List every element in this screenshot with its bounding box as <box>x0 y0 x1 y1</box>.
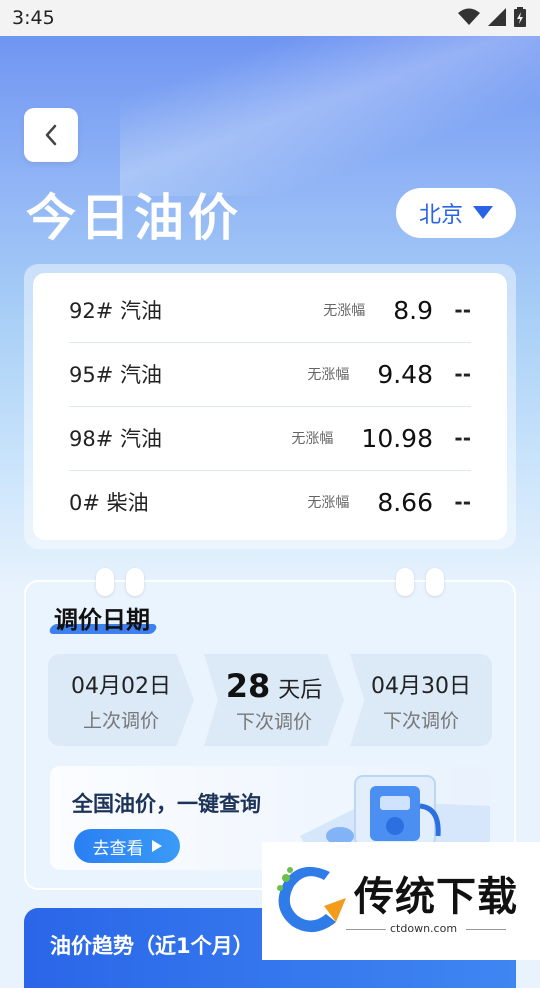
fuel-name: 95# 汽油 <box>69 363 162 387</box>
status-bar: 3:45 <box>0 0 540 36</box>
countdown-unit: 天后 <box>278 677 323 703</box>
schedule-title: 调价日期 <box>54 606 150 634</box>
watermark-url: ctdown.com <box>390 922 458 935</box>
countdown-days: 28 <box>225 666 271 705</box>
battery-icon <box>514 7 526 27</box>
price-change: 无涨幅 <box>323 303 366 319</box>
countdown-label: 下次调价 <box>235 710 312 733</box>
price-row: 0# 柴油 无涨幅 8.66 -- <box>69 470 471 534</box>
price-trend: -- <box>454 490 471 514</box>
countdown-box: 28 天后 下次调价 <box>204 654 344 746</box>
last-adjust-label: 上次调价 <box>82 709 159 732</box>
dropdown-triangle-icon <box>473 206 493 219</box>
price-row: 92# 汽油 无涨幅 8.9 -- <box>69 278 471 343</box>
watermark-divider <box>466 929 506 930</box>
status-time: 3:45 <box>12 7 55 29</box>
price-value: 8.9 <box>393 295 433 325</box>
page-title: 今日油价 <box>26 189 242 247</box>
next-adjust-box: 04月30日 下次调价 <box>350 654 492 746</box>
hero-light-streak <box>120 36 540 196</box>
price-row: 95# 汽油 无涨幅 9.48 -- <box>69 342 471 407</box>
fuel-name: 92# 汽油 <box>69 299 162 323</box>
binder-ring <box>96 568 114 596</box>
next-adjust-date: 04月30日 <box>371 673 471 699</box>
price-value: 9.48 <box>377 359 433 389</box>
fuel-name: 98# 汽油 <box>69 427 162 451</box>
binder-ring <box>126 568 144 596</box>
last-adjust-box: 04月02日 上次调价 <box>48 654 194 746</box>
fuel-name: 0# 柴油 <box>69 491 149 515</box>
next-adjust-label: 下次调价 <box>382 709 459 732</box>
countdown-row: 28 天后 <box>226 667 323 705</box>
price-value: 8.66 <box>377 487 433 517</box>
status-icons <box>458 7 526 27</box>
price-trend: -- <box>454 362 471 386</box>
view-button[interactable]: 去查看 <box>74 829 180 863</box>
binder-ring <box>396 568 414 596</box>
price-change: 无涨幅 <box>291 431 334 447</box>
watermark-logo-icon <box>277 866 346 933</box>
signal-icon <box>488 8 506 26</box>
trend-title: 油价趋势（近1个月） <box>50 934 254 958</box>
price-trend: -- <box>454 426 471 450</box>
last-adjust-date: 04月02日 <box>71 673 171 699</box>
view-button-label: 去查看 <box>92 838 144 859</box>
binder-ring <box>426 568 444 596</box>
watermark-brand: 传统下载 <box>354 874 518 920</box>
price-card: 92# 汽油 无涨幅 8.9 -- 95# 汽油 无涨幅 9.48 -- 98#… <box>33 273 507 540</box>
price-change: 无涨幅 <box>307 367 350 383</box>
back-chevron-icon <box>45 124 57 146</box>
price-change: 无涨幅 <box>307 495 350 511</box>
banner-title: 全国油价，一键查询 <box>72 792 261 816</box>
price-value: 10.98 <box>361 423 433 453</box>
price-trend: -- <box>454 298 471 322</box>
play-triangle-icon <box>151 840 162 852</box>
city-label: 北京 <box>418 203 463 228</box>
price-row: 98# 汽油 无涨幅 10.98 -- <box>69 406 471 471</box>
city-selector[interactable]: 北京 <box>396 188 516 238</box>
wifi-icon <box>458 8 480 25</box>
watermark-divider <box>346 929 386 930</box>
back-button[interactable] <box>24 108 78 162</box>
